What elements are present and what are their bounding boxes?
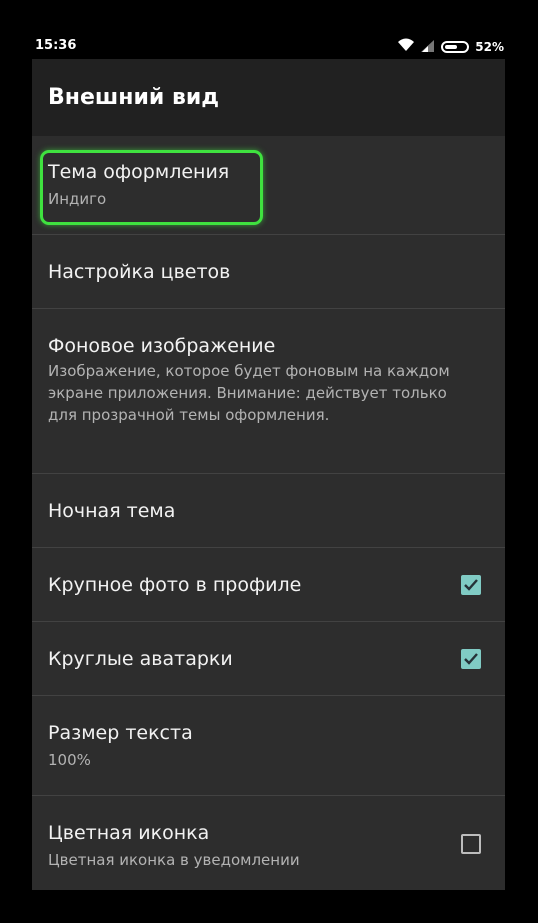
pref-summary: 100% [48, 751, 91, 769]
status-time: 15:36 [35, 38, 77, 53]
round-avatars-checkbox[interactable] [461, 649, 481, 669]
pref-night-theme[interactable]: Ночная тема [32, 474, 505, 548]
battery-percent: 52% [475, 39, 504, 54]
check-icon [464, 579, 478, 591]
battery-icon [441, 40, 470, 53]
settings-screen: Внешний вид Тема оформления Индиго Настр… [32, 59, 505, 890]
check-icon [464, 653, 478, 665]
pref-title: Цветная иконка [48, 822, 210, 844]
pref-text-size[interactable]: Размер текста 100% [32, 696, 505, 796]
pref-background-image[interactable]: Фоновое изображение Изображение, которое… [32, 309, 505, 474]
app-bar: Внешний вид [32, 59, 505, 136]
pref-summary: Цветная иконка в уведомлении [48, 851, 300, 869]
status-icons: 52% [397, 37, 504, 56]
pref-large-profile-photo[interactable]: Крупное фото в профиле [32, 548, 505, 622]
pref-color-settings[interactable]: Настройка цветов [32, 235, 505, 309]
status-bar: 15:36 52% [0, 0, 538, 59]
page-title: Внешний вид [48, 85, 220, 110]
pref-title: Фоновое изображение [48, 335, 276, 357]
pref-title: Тема оформления [48, 161, 230, 183]
pref-color-icon[interactable]: Цветная иконка Цветная иконка в уведомле… [32, 796, 505, 890]
pref-summary: Индиго [48, 190, 107, 208]
pref-title: Крупное фото в профиле [48, 574, 302, 596]
pref-title: Круглые аватарки [48, 648, 233, 670]
pref-title: Настройка цветов [48, 261, 231, 283]
pref-theme[interactable]: Тема оформления Индиго [32, 136, 505, 235]
wifi-icon [397, 37, 415, 56]
pref-round-avatars[interactable]: Круглые аватарки [32, 622, 505, 696]
color-icon-checkbox[interactable] [461, 834, 481, 854]
pref-title: Ночная тема [48, 500, 176, 522]
signal-icon [421, 37, 435, 56]
pref-title: Размер текста [48, 722, 193, 744]
large-photo-checkbox[interactable] [461, 575, 481, 595]
pref-summary: Изображение, которое будет фоновым на ка… [48, 362, 450, 424]
